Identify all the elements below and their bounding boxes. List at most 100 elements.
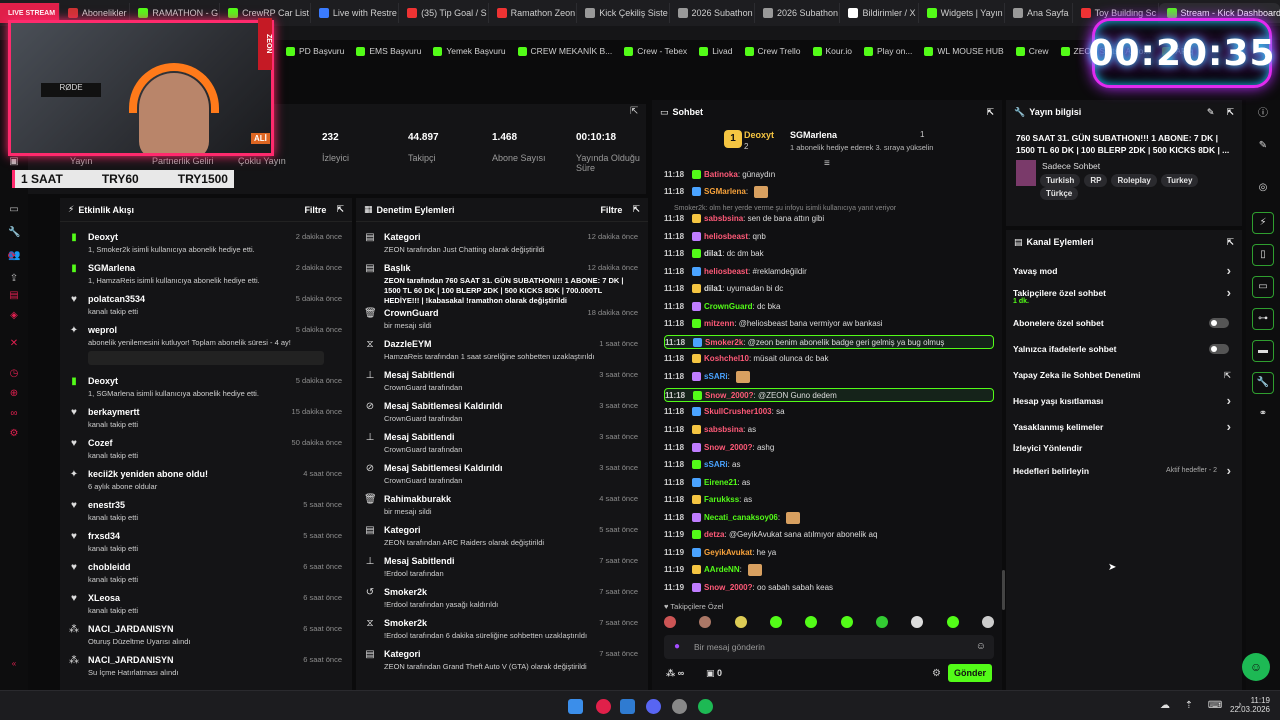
sync-icon[interactable]: ⟳ xyxy=(6,251,18,263)
event-item[interactable]: ▮ Deoxyt 1, SGMarlena isimli kullanıcıya a… xyxy=(60,376,352,398)
event-item[interactable]: ↺ Smoker2k !Erdool tarafından yasağı kaldı… xyxy=(356,587,648,609)
target-icon[interactable]: ◎ xyxy=(1252,178,1274,200)
emote-icon[interactable] xyxy=(664,616,676,628)
toggle-switch[interactable] xyxy=(1209,318,1229,328)
chat-username[interactable]: Snow_2000? xyxy=(704,443,752,452)
chat-username[interactable]: Koshchel10 xyxy=(704,354,749,363)
emote-icon[interactable] xyxy=(699,616,712,628)
browser-tab[interactable]: 2026 Subathon xyxy=(670,3,755,23)
upload-icon[interactable]: ⇪ xyxy=(8,273,20,285)
chat-message[interactable]: 11:19 GeyikAvukat: he ya xyxy=(664,546,994,560)
gear-icon[interactable]: ⚙ xyxy=(932,668,941,679)
chat-message[interactable]: 11:18 Eirene21: as xyxy=(664,476,994,490)
event-item[interactable]: ♥ berkaymertt kanalı takip etti 15 dakika ö… xyxy=(60,407,352,429)
emote-icon[interactable] xyxy=(769,616,782,628)
bookmark[interactable]: Livad xyxy=(693,46,738,56)
chat-username[interactable]: Batinoka xyxy=(704,170,738,179)
chat-bubble-icon[interactable]: ▭ xyxy=(1252,276,1274,298)
chat-username[interactable]: sSARi xyxy=(704,372,728,381)
popout-icon[interactable]: ⇱ xyxy=(986,107,994,118)
chat-username[interactable]: Farukkss xyxy=(704,495,739,504)
popout-icon[interactable]: ⇱ xyxy=(1226,237,1234,248)
share-icon[interactable]: ⚭ xyxy=(1252,404,1274,426)
channel-action-item[interactable]: Hesap yaşı kısıtlaması › xyxy=(1013,393,1235,408)
event-item[interactable]: ⊥ Mesaj Sabitlendi CrownGuard tarafından 3 … xyxy=(356,370,648,392)
event-item[interactable]: ▤ Kategori ZEON tarafından ARC Raiders ola… xyxy=(356,525,648,547)
browser-tab[interactable]: Kick Çekiliş Siste xyxy=(577,3,670,23)
channel-action-item[interactable]: Yasaklanmış kelimeler › xyxy=(1013,419,1235,434)
chat-message[interactable]: 11:18 CrownGuard: dc bka xyxy=(664,300,994,314)
wrench-icon[interactable]: 🔧 xyxy=(8,227,20,239)
event-item[interactable]: ⧖ DazzleEYM HamzaReis tarafından 1 saat sü… xyxy=(356,339,648,361)
event-item[interactable]: ▤ Kategori ZEON tarafından Just Chatting o… xyxy=(356,232,648,254)
wrench-icon[interactable]: 🔧 xyxy=(1252,372,1274,394)
app-icon[interactable] xyxy=(672,699,687,714)
discord-icon[interactable] xyxy=(646,699,661,714)
chat-message[interactable]: 11:18 SGMarlena: xyxy=(664,185,994,199)
system-clock[interactable]: 11:19 22.03.2026 xyxy=(1222,696,1270,714)
channel-action-item[interactable]: Yavaş mod › xyxy=(1013,263,1235,278)
channel-action-item[interactable]: Hedefleri belirleyin Aktif hedefler - 2 › xyxy=(1013,463,1235,478)
settings-icon[interactable]: ⚙ xyxy=(8,428,20,440)
chat-username[interactable]: sSARi xyxy=(704,460,728,469)
bookmark[interactable]: EMS Başvuru xyxy=(350,46,427,56)
bolt-icon[interactable]: ⚡ xyxy=(1252,212,1274,234)
event-item[interactable]: 🗑 Rahimakburakk bir mesajı sildi 4 saat önc… xyxy=(356,494,648,516)
x-logo-icon[interactable]: ✕ xyxy=(8,338,20,350)
event-item[interactable]: ⊘ Mesaj Sabitlemesi Kaldırıldı CrownGuard … xyxy=(356,401,648,423)
channel-action-item[interactable]: İzleyici Yönlendir xyxy=(1013,443,1235,453)
chat-username[interactable]: dila1 xyxy=(704,249,722,258)
popout-icon[interactable]: ⇱ xyxy=(336,204,344,215)
chat-username[interactable]: SkullCrusher1003 xyxy=(704,407,772,416)
wallet-icon[interactable]: ▬ xyxy=(1252,340,1274,362)
app-icon[interactable] xyxy=(596,699,611,714)
chat-username[interactable]: heliosbeast xyxy=(704,232,748,241)
clock-icon[interactable]: ◷ xyxy=(8,368,20,380)
browser-tab[interactable]: Widgets | Yayın xyxy=(919,3,1005,23)
gift-counter[interactable]: ▣ 0 xyxy=(706,668,722,679)
emoji-icon[interactable]: ☺ xyxy=(976,641,986,652)
collapse-icon[interactable]: « xyxy=(8,658,20,670)
chat-message[interactable]: 11:18 Smoker2k: @zeon benim abonelik badg… xyxy=(664,335,994,349)
toggle-switch[interactable] xyxy=(1209,344,1229,354)
event-item[interactable]: ♥ frxsd34 kanalı takip etti 5 saat önce xyxy=(60,531,352,553)
event-item[interactable]: ♥ polatcan3534 kanalı takip etti 5 dakika ö… xyxy=(60,294,352,316)
spotify-icon[interactable] xyxy=(698,699,713,714)
event-item[interactable]: ♥ Cozef kanalı takip etti 50 dakika önce xyxy=(60,438,352,460)
chat-username[interactable]: heliosbeast xyxy=(704,267,748,276)
emote-icon[interactable] xyxy=(805,616,818,628)
event-item[interactable]: ▮ SGMarlena 1, HamzaReis isimli kullanıcıy… xyxy=(60,263,352,285)
note-icon[interactable]: ▯ xyxy=(1252,244,1274,266)
dashboard-icon[interactable]: ▣ xyxy=(8,156,20,168)
browser-tab[interactable]: Ramathon Zeon xyxy=(489,3,578,23)
chat-scrollbar[interactable] xyxy=(1002,570,1005,610)
chat-message[interactable]: 11:18 heliosbeast: #reklamdeğildir xyxy=(664,265,994,279)
chat-username[interactable]: CrownGuard xyxy=(704,302,752,311)
info-icon[interactable]: ⓘ xyxy=(1252,104,1274,126)
emote-icon[interactable] xyxy=(911,616,924,628)
chat-message[interactable]: 11:19 Snow_2000?: oo sabah sabah keas xyxy=(664,581,994,595)
mod-icon[interactable]: ⊶ xyxy=(1252,308,1274,330)
channel-action-item[interactable]: Abonelere özel sohbet xyxy=(1013,318,1235,328)
chat-username[interactable]: mitzenn xyxy=(704,319,734,328)
shield-icon[interactable]: ◈ xyxy=(8,310,20,322)
chat-message[interactable]: 11:18 dila1: uyumadan bi dc xyxy=(664,282,994,296)
chat-message[interactable]: 11:18 heliosbeast: qnb xyxy=(664,230,994,244)
event-item[interactable]: ▤ Kategori ZEON tarafından Grand Theft Aut… xyxy=(356,649,648,671)
bookmark[interactable]: Yemek Başvuru xyxy=(427,46,511,56)
second-gifter-name[interactable]: SGMarlena xyxy=(790,130,837,140)
event-item[interactable]: ▤ Başlık ZEON tarafından 760 SAAT 31. GÜN … xyxy=(356,263,648,306)
bookmark[interactable]: Play on... xyxy=(858,46,918,56)
bookmark[interactable]: WL MOUSE HUB xyxy=(918,46,1009,56)
browser-tab[interactable]: 2026 Subathon xyxy=(755,3,841,23)
send-button[interactable]: Gönder xyxy=(948,664,992,682)
top-gifter-name[interactable]: Deoxyt xyxy=(744,130,774,140)
chat-message[interactable]: 11:18 Batinoka: günaydın xyxy=(664,168,994,182)
popout-icon[interactable]: ⇱ xyxy=(630,106,638,117)
bookmark[interactable]: CREW MEKANİK B... xyxy=(512,46,619,56)
tag[interactable]: Roleplay xyxy=(1111,174,1157,187)
emote-icon[interactable] xyxy=(946,616,959,628)
chat-username[interactable]: Eirene21 xyxy=(704,478,737,487)
chat-username[interactable]: sabsbsina xyxy=(704,214,743,223)
activity-filter-button[interactable]: Filtre xyxy=(304,205,326,215)
